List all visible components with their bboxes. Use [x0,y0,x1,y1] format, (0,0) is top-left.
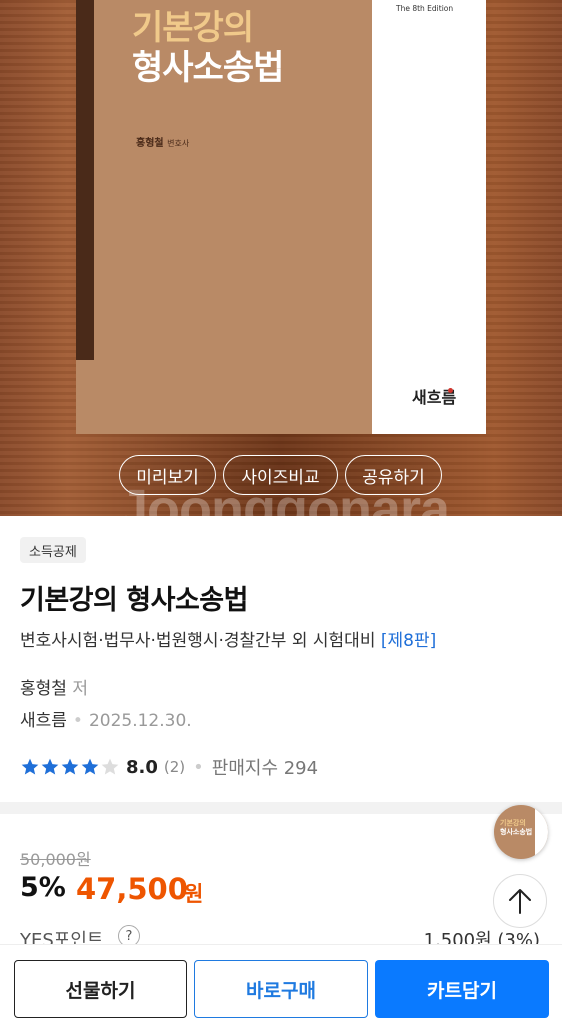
author-row: 홍형철 저 [20,674,88,699]
star-filled-icon [41,758,59,775]
cover-author: 홍형철 변호사 [136,134,189,149]
publisher-link[interactable]: 새흐름 [20,711,67,731]
separator-dot: • [193,756,204,778]
cover-edition: The 8th Edition [396,4,454,13]
floating-cover-thumbnail[interactable]: 기본강의 형사소송법 [494,805,548,859]
publisher-seal-dot [448,388,453,393]
thumb-title-line2: 형사소송법 [500,828,533,836]
arrow-up-icon [509,889,531,914]
star-filled-icon [21,758,39,775]
price-currency: 원 [184,882,204,906]
rating-score: 8.0 [126,756,158,778]
thumb-title: 기본강의 형사소송법 [500,819,532,837]
cover-title-line2: 형사소송법 [132,48,284,88]
original-price: 50,000원 [20,850,91,869]
add-to-cart-button[interactable]: 카트담기 [375,960,549,1018]
publish-date: 2025.12.30. [88,711,192,731]
buy-now-button[interactable]: 바로구매 [194,960,368,1018]
rating-row[interactable]: 8.0 (2) • 판매지수 294 [20,754,318,780]
author-link[interactable]: 홍형철 [20,679,67,699]
publisher-row: 새흐름 • 2025.12.30. [20,706,192,731]
author-role: 저 [72,679,88,699]
discount-rate: 5% [20,872,66,903]
cover-author-role: 변호사 [167,139,190,148]
preview-button[interactable]: 미리보기 [119,455,216,495]
bottom-action-bar: 선물하기 바로구매 카트담기 [0,944,562,1025]
product-title: 기본강의 형사소송법 [20,585,248,616]
star-rating [20,757,120,777]
subtitle-text: 변호사시험·법무사·법원행시·경찰간부 외 시험대비 [20,631,376,651]
sale-price: 47,500 [76,872,188,906]
share-button[interactable]: 공유하기 [345,455,442,495]
star-filled-icon [61,758,79,775]
tax-deduction-badge: 소득공제 [20,537,86,563]
edition-link[interactable]: [제8판] [381,631,436,651]
sales-index: 판매지수 294 [211,758,319,779]
separator-dot: • [72,711,83,731]
star-empty-icon [101,758,119,775]
cover-author-name: 홍형철 [136,138,164,149]
cover-white-panel: The 8th Edition 새흐름 [372,0,486,434]
review-count: (2) [163,758,186,776]
product-subtitle: 변호사시험·법무사·법원행시·경찰간부 외 시험대비 [제8판] [20,626,436,651]
star-filled-icon [81,758,99,775]
size-compare-button[interactable]: 사이즈비교 [223,455,338,495]
thumb-title-line1: 기본강의 [500,819,526,827]
cover-spine [76,0,94,360]
book-cover[interactable]: 기본강의 형사소송법 홍형철 변호사 The 8th Edition 새흐름 [76,0,486,434]
product-image-area[interactable]: 기본강의 형사소송법 홍형철 변호사 The 8th Edition 새흐름 J… [0,0,562,516]
section-divider [0,802,562,814]
scroll-to-top-button[interactable] [493,874,547,928]
thumb-white-panel [535,805,548,859]
gift-button[interactable]: 선물하기 [14,960,187,1018]
